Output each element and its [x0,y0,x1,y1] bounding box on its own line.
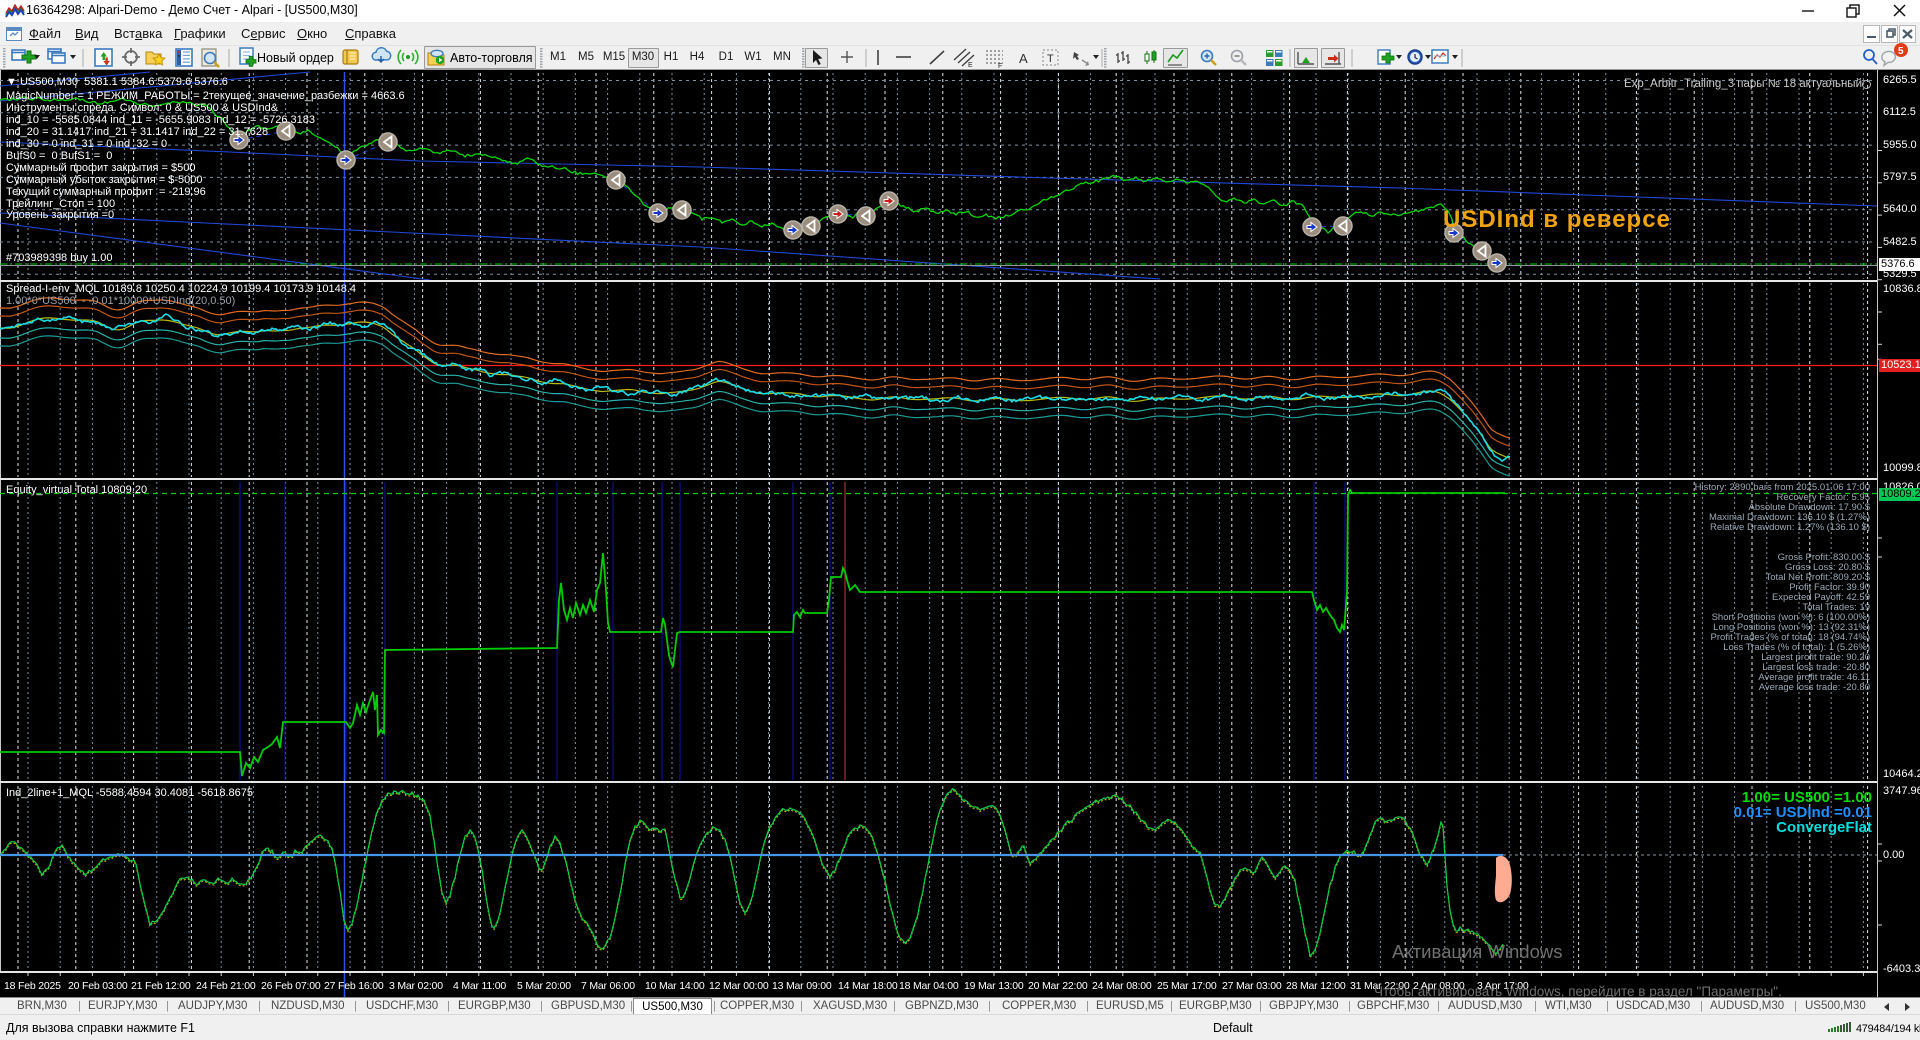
svg-text:A: A [1019,51,1028,66]
svg-text:T: T [1047,53,1054,65]
svg-text:5: 5 [1898,46,1904,57]
svg-text:F: F [998,63,1002,70]
svg-text:E: E [968,62,973,69]
